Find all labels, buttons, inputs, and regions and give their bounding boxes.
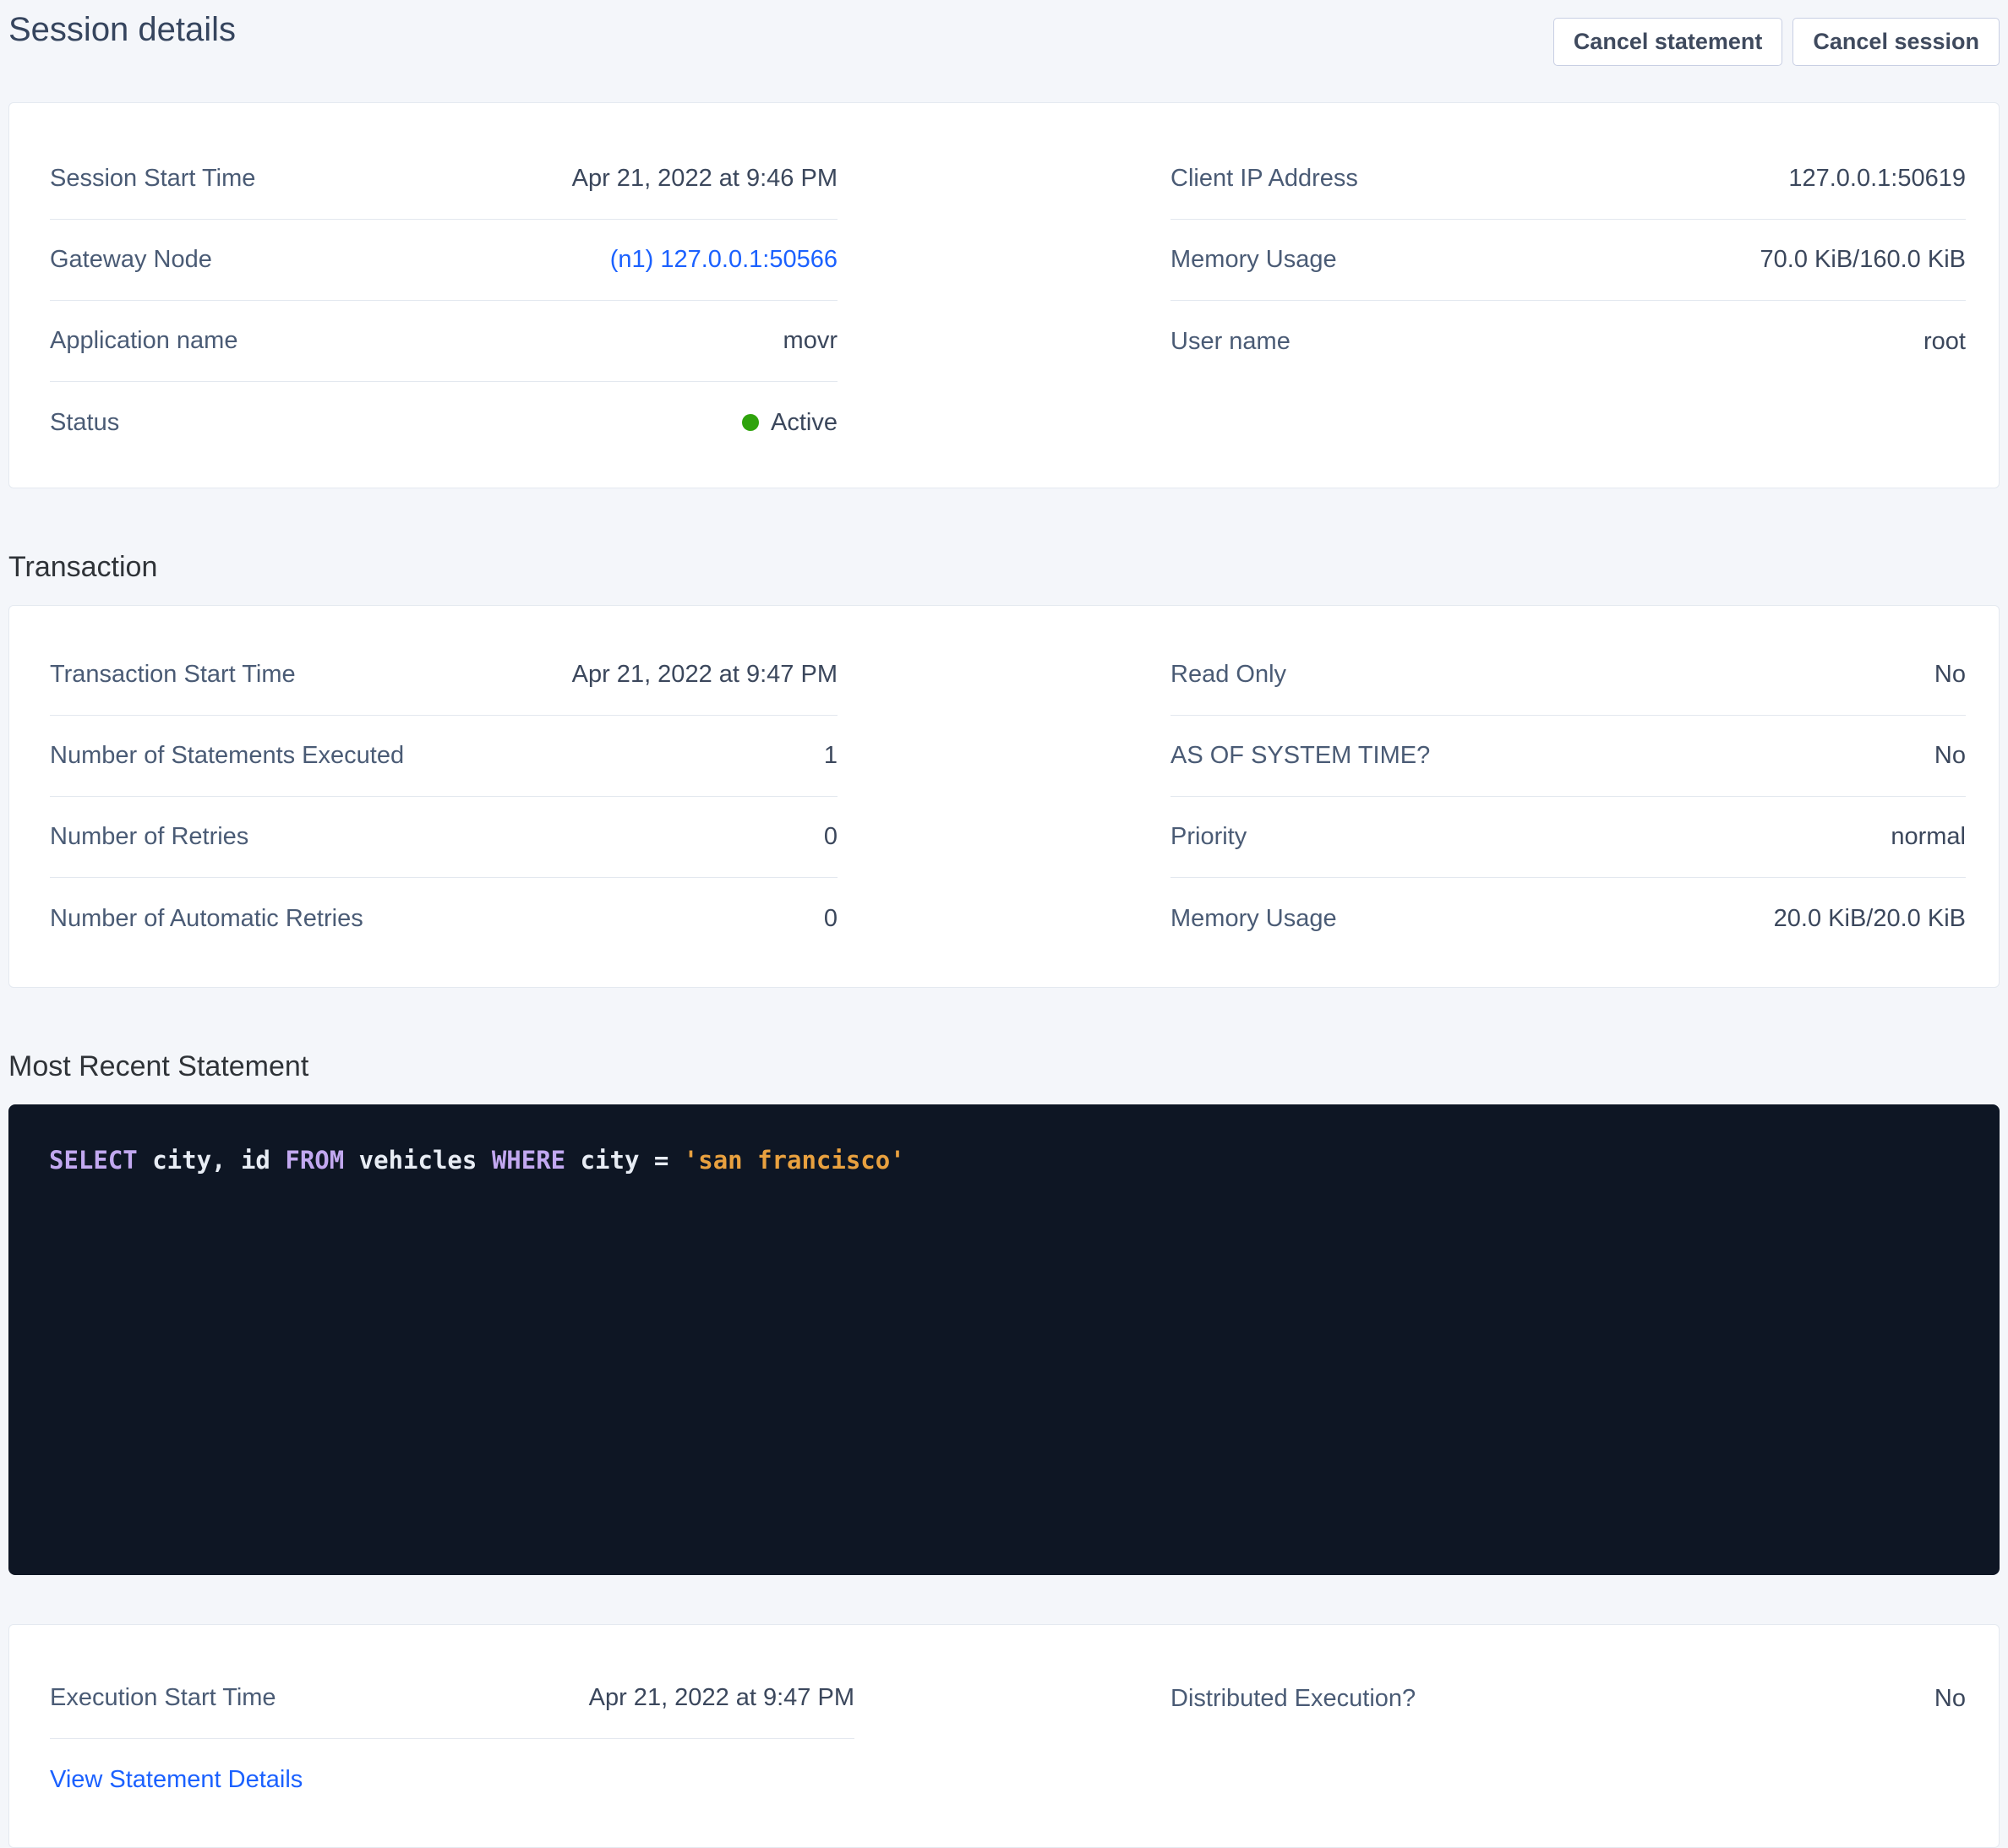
detail-row-priority: Priority normal	[1170, 797, 1966, 878]
row-value: No	[1934, 661, 1966, 689]
detail-row-session-start-time: Session Start Time Apr 21, 2022 at 9:46 …	[50, 139, 838, 220]
row-label: Read Only	[1170, 661, 1286, 689]
row-value: No	[1934, 742, 1966, 770]
gateway-node-link[interactable]: (n1) 127.0.0.1:50566	[610, 246, 838, 274]
detail-row-user-name: User name root	[1170, 301, 1966, 382]
row-label: Priority	[1170, 823, 1247, 851]
row-value: 0	[824, 823, 838, 851]
row-value: Apr 21, 2022 at 9:46 PM	[572, 165, 838, 193]
detail-row-session-memory-usage: Memory Usage 70.0 KiB/160.0 KiB	[1170, 220, 1966, 301]
sql-token-string: 'san francisco'	[684, 1146, 905, 1175]
sql-statement: SELECT city, id FROM vehicles WHERE city…	[49, 1146, 905, 1175]
session-card-right-column: Client IP Address 127.0.0.1:50619 Memory…	[1170, 139, 1966, 463]
row-value: No	[1934, 1685, 1966, 1713]
row-label: Memory Usage	[1170, 905, 1337, 933]
detail-row-transaction-start-time: Transaction Start Time Apr 21, 2022 at 9…	[50, 635, 838, 716]
row-label: Distributed Execution?	[1170, 1685, 1416, 1713]
row-value: Apr 21, 2022 at 9:47 PM	[589, 1684, 854, 1712]
row-label: Client IP Address	[1170, 165, 1358, 193]
sql-token-keyword: SELECT	[49, 1146, 152, 1175]
status-text: Active	[771, 409, 838, 437]
row-label: Number of Automatic Retries	[50, 905, 363, 933]
status-badge: Active	[742, 409, 838, 437]
row-label: Transaction Start Time	[50, 661, 296, 689]
detail-row-automatic-retries: Number of Automatic Retries 0	[50, 878, 838, 959]
detail-row-statements-executed: Number of Statements Executed 1	[50, 716, 838, 797]
view-statement-details-link[interactable]: View Statement Details	[50, 1766, 303, 1794]
transaction-heading: Transaction	[8, 549, 2000, 585]
row-label: Number of Statements Executed	[50, 742, 404, 770]
row-value: 127.0.0.1:50619	[1788, 165, 1966, 193]
row-value: 1	[824, 742, 838, 770]
row-value: normal	[1891, 823, 1966, 851]
detail-row-status: Status Active	[50, 382, 838, 463]
row-value: 20.0 KiB/20.0 KiB	[1774, 905, 1966, 933]
detail-row-read-only: Read Only No	[1170, 635, 1966, 716]
row-value: movr	[783, 327, 838, 355]
row-label: Status	[50, 409, 119, 437]
row-label: Application name	[50, 327, 237, 355]
row-label: Session Start Time	[50, 165, 255, 193]
status-active-dot-icon	[742, 414, 759, 431]
cancel-statement-button[interactable]: Cancel statement	[1553, 18, 1783, 66]
sql-token-identifier: city, id	[152, 1146, 285, 1175]
row-value: Apr 21, 2022 at 9:47 PM	[572, 661, 838, 689]
execution-card-left-column: Execution Start Time Apr 21, 2022 at 9:4…	[50, 1658, 854, 1820]
transaction-card: Transaction Start Time Apr 21, 2022 at 9…	[8, 605, 2000, 988]
transaction-card-left-column: Transaction Start Time Apr 21, 2022 at 9…	[50, 635, 838, 959]
row-label: Gateway Node	[50, 246, 212, 274]
transaction-card-right-column: Read Only No AS OF SYSTEM TIME? No Prior…	[1170, 635, 1966, 959]
row-label: Number of Retries	[50, 823, 248, 851]
execution-card-right-column: Distributed Execution? No	[1170, 1658, 1966, 1820]
row-label: Memory Usage	[1170, 246, 1337, 274]
sql-token-identifier: vehicles	[359, 1146, 492, 1175]
session-card-left-column: Session Start Time Apr 21, 2022 at 9:46 …	[50, 139, 838, 463]
view-statement-details-row: View Statement Details	[50, 1739, 854, 1820]
detail-row-as-of-system-time: AS OF SYSTEM TIME? No	[1170, 716, 1966, 797]
sql-code-block: SELECT city, id FROM vehicles WHERE city…	[8, 1104, 2000, 1575]
row-label: Execution Start Time	[50, 1684, 276, 1712]
sql-token-identifier: city =	[581, 1146, 684, 1175]
cancel-session-button[interactable]: Cancel session	[1792, 18, 2000, 66]
sql-token-keyword: FROM	[285, 1146, 358, 1175]
header-actions: Cancel statement Cancel session	[1553, 18, 2000, 66]
row-label: AS OF SYSTEM TIME?	[1170, 742, 1430, 770]
row-value: root	[1923, 328, 1966, 356]
execution-card: Execution Start Time Apr 21, 2022 at 9:4…	[8, 1624, 2000, 1848]
detail-row-client-ip: Client IP Address 127.0.0.1:50619	[1170, 139, 1966, 220]
session-summary-card: Session Start Time Apr 21, 2022 at 9:46 …	[8, 102, 2000, 488]
detail-row-transaction-memory-usage: Memory Usage 20.0 KiB/20.0 KiB	[1170, 878, 1966, 959]
row-label: User name	[1170, 328, 1290, 356]
detail-row-distributed-execution: Distributed Execution? No	[1170, 1658, 1966, 1739]
row-value: 70.0 KiB/160.0 KiB	[1760, 246, 1966, 274]
statement-heading: Most Recent Statement	[8, 1049, 2000, 1084]
sql-token-keyword: WHERE	[492, 1146, 581, 1175]
page-title: Session details	[8, 7, 236, 52]
page-header: Session details Cancel statement Cancel …	[8, 0, 2000, 66]
detail-row-execution-start-time: Execution Start Time Apr 21, 2022 at 9:4…	[50, 1658, 854, 1739]
session-details-page: Session details Cancel statement Cancel …	[0, 0, 2008, 1848]
row-value: 0	[824, 905, 838, 933]
detail-row-gateway-node: Gateway Node (n1) 127.0.0.1:50566	[50, 220, 838, 301]
detail-row-retries: Number of Retries 0	[50, 797, 838, 878]
detail-row-application-name: Application name movr	[50, 301, 838, 382]
